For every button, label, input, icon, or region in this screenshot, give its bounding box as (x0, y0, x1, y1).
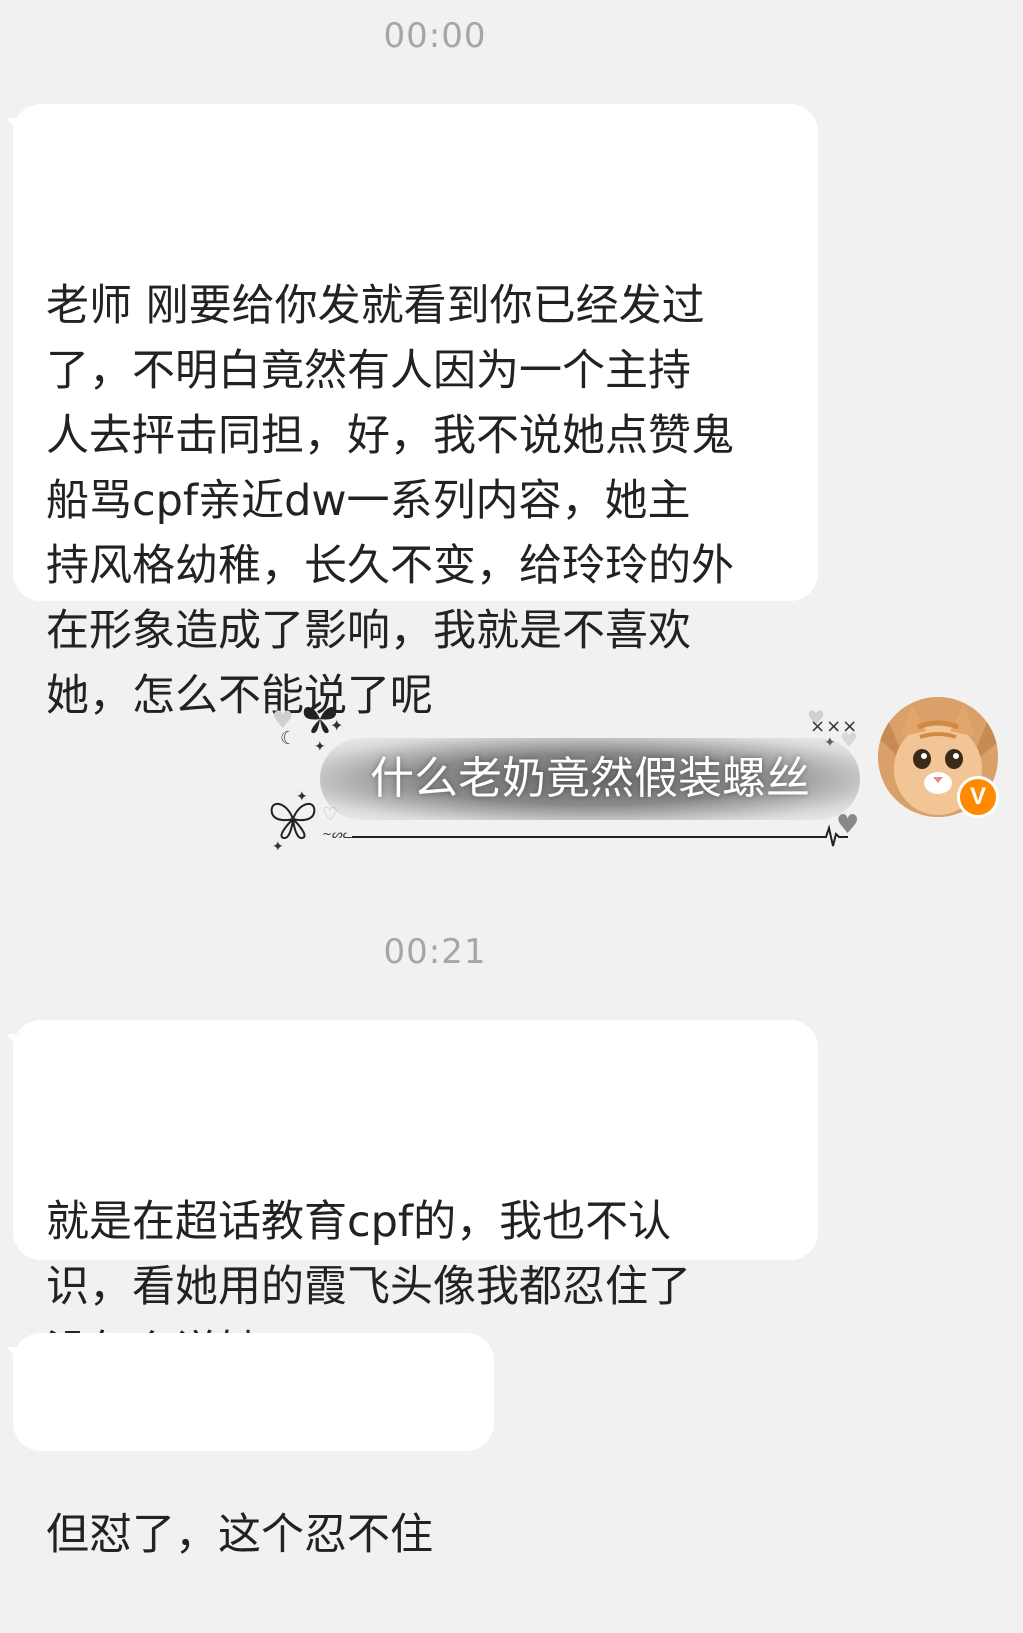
moon-icon: ☾ (280, 728, 297, 749)
message-text: 老师 刚要给你发就看到你已经发过 了，不明白竟然有人因为一个主持 人去抨击同担，… (46, 281, 734, 721)
sparkle-icon: ✦ (314, 739, 326, 755)
sparkle-icon: ✦ (330, 716, 344, 735)
message-bubble-incoming[interactable]: 但怼了，这个忍不住 (6, 1333, 494, 1560)
message-bubble-incoming[interactable]: 就是在超话教育cpf的，我也不认 识，看她用的霞飞头像我都忍住了 没怎么说她 (6, 1020, 818, 1377)
message-bubble-incoming[interactable]: 老师 刚要给你发就看到你已经发过 了，不明白竟然有人因为一个主持 人去抨击同担，… (6, 104, 818, 721)
message-bubble-outgoing[interactable]: ♥ ✦ ☾ ✦ ♥ ××× ✦ ♥ ✦ ♡ 什么老奶竟然假装螺丝 ✦ ~ᔕᓚ ♥ (262, 700, 872, 860)
bubble-tail (6, 118, 20, 132)
sparkle-icon: ✦ (272, 839, 284, 855)
message-text: 但怼了，这个忍不住 (46, 1510, 433, 1560)
timestamp: 00:00 (383, 16, 487, 56)
divider-line (352, 836, 822, 838)
heart-icon: ♥ (836, 810, 860, 840)
message-text: 什么老奶竟然假装螺丝 (370, 753, 810, 804)
bubble-tail (6, 1347, 20, 1361)
butterfly-icon (266, 796, 320, 845)
script-flourish: ~ᔕᓚ (322, 827, 353, 841)
timestamp: 00:21 (383, 932, 487, 972)
verified-badge-icon: V (957, 776, 999, 818)
bubble-tail (6, 1034, 20, 1048)
